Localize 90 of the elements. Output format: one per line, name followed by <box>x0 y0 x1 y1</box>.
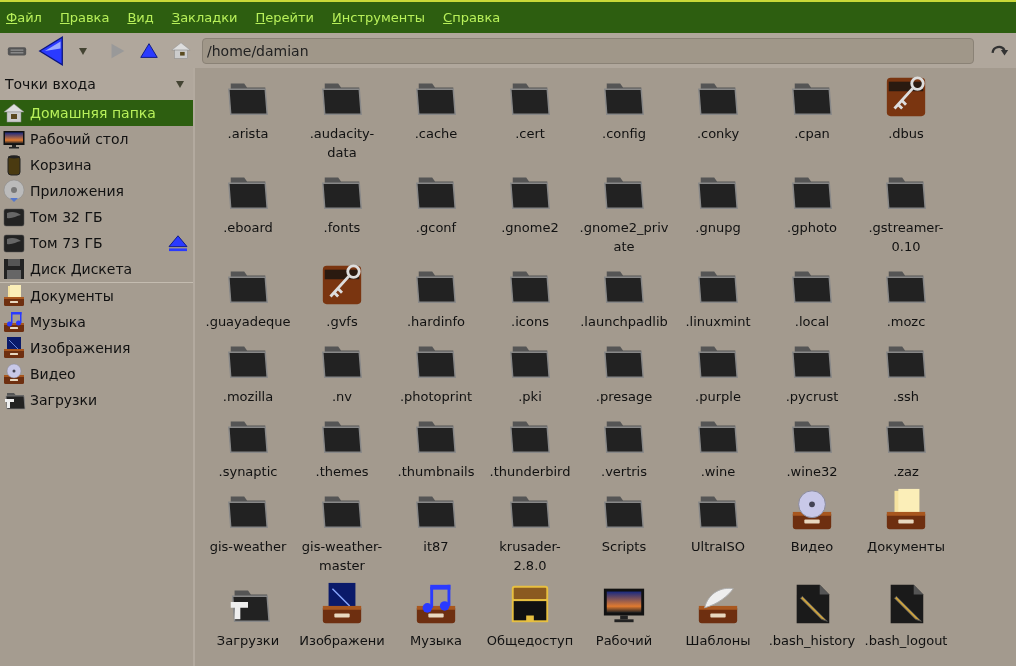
file-item[interactable]: .pki <box>483 331 577 406</box>
sidebar-item[interactable]: Музыка <box>0 309 193 335</box>
sidebar-item[interactable]: Том 32 ГБ <box>0 204 193 230</box>
file-item[interactable]: .dbus <box>859 68 953 162</box>
menu-item[interactable]: Справка <box>443 10 501 25</box>
file-item[interactable]: .gnupg <box>671 162 765 256</box>
file-item[interactable]: Изображени <box>295 575 389 650</box>
location-field[interactable]: /home/damian <box>202 37 974 64</box>
file-item[interactable]: .gstreamer-0.10 <box>859 162 953 256</box>
sidebar-item[interactable]: Видео <box>0 361 193 387</box>
file-item[interactable]: .pycrust <box>765 331 859 406</box>
file-item[interactable]: .bash_history <box>765 575 859 650</box>
file-item[interactable]: Музыка <box>389 575 483 650</box>
file-item[interactable]: .audacity-data <box>295 68 389 162</box>
drive-icon <box>2 205 26 229</box>
file-item[interactable]: .linuxmint <box>671 256 765 331</box>
file-item[interactable]: Общедоступ <box>483 575 577 650</box>
file-item[interactable]: .bash_logout <box>859 575 953 650</box>
menu-item[interactable]: Файл <box>6 10 42 25</box>
file-item[interactable]: .photoprint <box>389 331 483 406</box>
file-item[interactable]: .eboard <box>201 162 295 256</box>
file-item[interactable]: .gnome2 <box>483 162 577 256</box>
file-item[interactable]: .launchpadlib <box>577 256 671 331</box>
sidebar-item[interactable]: Домашняя папка <box>0 100 193 126</box>
file-item[interactable]: .gconf <box>389 162 483 256</box>
file-item[interactable]: Документы <box>859 481 953 575</box>
file-item[interactable]: .mozilla <box>201 331 295 406</box>
sidebar-item[interactable]: Документы <box>0 283 193 309</box>
caret-icon[interactable] <box>175 79 185 89</box>
file-item[interactable]: gis-weather <box>201 481 295 575</box>
file-item[interactable]: .cache <box>389 68 483 162</box>
file-item[interactable]: krusader-2.8.0 <box>483 481 577 575</box>
file-item[interactable]: .guayadeque <box>201 256 295 331</box>
sidebar-item[interactable]: Загрузки <box>0 387 193 413</box>
file-item[interactable]: .mozc <box>859 256 953 331</box>
sidebar-item[interactable]: Изображения <box>0 335 193 361</box>
file-item[interactable]: Видео <box>765 481 859 575</box>
menu-item[interactable]: Перейти <box>255 10 314 25</box>
sidebar-item[interactable]: Том 73 ГБ <box>0 230 193 256</box>
file-item[interactable]: .gnome2_private <box>577 162 671 256</box>
sidebar-item[interactable]: Диск Дискета <box>0 256 193 282</box>
file-item[interactable]: .local <box>765 256 859 331</box>
file-item[interactable]: .themes <box>295 406 389 481</box>
file-item[interactable]: .icons <box>483 256 577 331</box>
paper-crate-icon <box>2 284 26 308</box>
menu-item[interactable]: Правка <box>59 10 110 25</box>
music-note-crate-icon <box>2 310 26 334</box>
disc-crate-icon <box>2 362 26 386</box>
file-item[interactable]: .presage <box>577 331 671 406</box>
menu-item[interactable]: Инструменты <box>332 10 426 25</box>
file-item[interactable]: it87 <box>389 481 483 575</box>
file-item[interactable]: Scripts <box>577 481 671 575</box>
file-item[interactable]: Загрузки <box>201 575 295 650</box>
file-item[interactable]: .synaptic <box>201 406 295 481</box>
file-item[interactable]: .cpan <box>765 68 859 162</box>
menu-item[interactable]: Закладки <box>171 10 238 25</box>
sidebar-item[interactable]: Приложения <box>0 178 193 204</box>
file-item[interactable]: gis-weather-master <box>295 481 389 575</box>
file-item[interactable]: .conky <box>671 68 765 162</box>
file-item[interactable]: .hardinfo <box>389 256 483 331</box>
file-item[interactable]: .cert <box>483 68 577 162</box>
file-item[interactable]: .ssh <box>859 331 953 406</box>
house-icon <box>2 101 26 125</box>
file-item[interactable]: .arista <box>201 68 295 162</box>
floppy-icon <box>2 257 26 281</box>
file-item[interactable]: .vertris <box>577 406 671 481</box>
sidebar-item[interactable]: Корзина <box>0 152 193 178</box>
file-item[interactable]: .nv <box>295 331 389 406</box>
menu-item[interactable]: Вид <box>127 10 154 25</box>
file-item[interactable]: Рабочий <box>577 575 671 650</box>
drive-icon <box>2 231 26 255</box>
eject-icon[interactable] <box>167 234 189 252</box>
file-item[interactable]: .gvfs <box>295 256 389 331</box>
back-icon[interactable] <box>38 34 64 67</box>
file-item[interactable]: .config <box>577 68 671 162</box>
file-item[interactable]: .wine <box>671 406 765 481</box>
file-item[interactable]: .wine32 <box>765 406 859 481</box>
disc-icon <box>2 179 26 203</box>
file-item[interactable]: .thunderbird <box>483 406 577 481</box>
file-item[interactable]: .thumbnails <box>389 406 483 481</box>
sidebar-title: Точки входа <box>5 76 96 92</box>
file-item[interactable]: Шаблоны <box>671 575 765 650</box>
file-item[interactable]: .purple <box>671 331 765 406</box>
file-item[interactable]: .fonts <box>295 162 389 256</box>
sidebar-item[interactable]: Рабочий стол <box>0 126 193 152</box>
picture-crate-icon <box>2 336 26 360</box>
file-item[interactable]: .zaz <box>859 406 953 481</box>
file-item[interactable]: UltraISO <box>671 481 765 575</box>
file-item[interactable]: .gphoto <box>765 162 859 256</box>
caret-icon[interactable] <box>78 45 88 56</box>
